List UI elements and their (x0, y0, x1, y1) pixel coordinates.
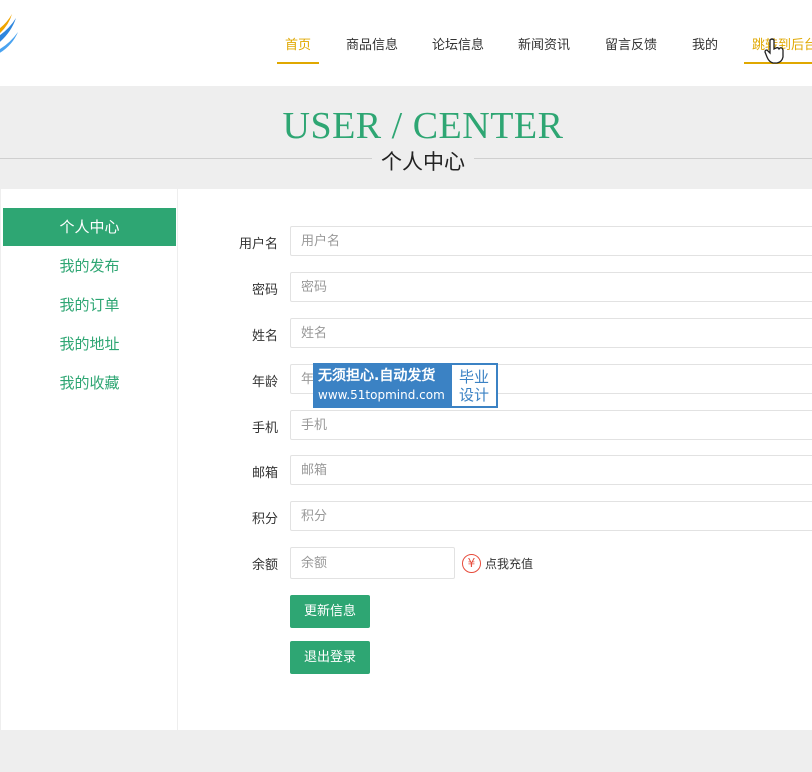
nav-active-underline (277, 62, 319, 64)
sidebar-item-posts[interactable]: 我的发布 (3, 247, 176, 285)
nav-news[interactable]: 新闻资讯 (515, 36, 573, 64)
points-label: 积分 (251, 512, 278, 527)
recharge-label: 点我充值 (485, 556, 534, 571)
balance-field[interactable] (290, 547, 455, 579)
sidebar-item-orders[interactable]: 我的订单 (3, 286, 176, 324)
name-field[interactable] (290, 318, 812, 348)
footer (0, 730, 812, 772)
watermark-right: 毕业 设计 (450, 363, 498, 408)
sidebar: 个人中心 我的发布 我的订单 我的地址 我的收藏 (0, 189, 178, 730)
password-field[interactable] (290, 272, 812, 302)
profile-form: 用户名 密码 姓名 年龄 手机 邮箱 积分 余额 ¥ 点我充值 更新信息 退出登… (176, 189, 812, 730)
balance-label: 余额 (251, 558, 278, 573)
password-label: 密码 (251, 283, 278, 298)
banner-title-en: USER / CENTER (282, 105, 564, 147)
sidebar-item-address[interactable]: 我的地址 (3, 325, 176, 363)
nav-products-label: 商品信息 (345, 38, 398, 53)
watermark-right1: 毕业 (458, 368, 489, 386)
watermark-banner: 无须担心.自动发货 www.51topmind.com 毕业 设计 (313, 363, 498, 408)
watermark-right2: 设计 (458, 386, 489, 404)
yen-icon: ¥ (462, 553, 481, 573)
recharge-link[interactable]: ¥ 点我充值 (462, 552, 533, 574)
sidebar-item-favorites[interactable]: 我的收藏 (3, 364, 176, 402)
header: 首页 商品信息 论坛信息 新闻资讯 留言反馈 我的 跳转到后台 (0, 0, 812, 86)
nav-news-label: 新闻资讯 (517, 38, 570, 53)
main-nav: 首页 商品信息 论坛信息 新闻资讯 留言反馈 我的 跳转到后台 (0, 0, 812, 86)
age-label: 年龄 (251, 375, 278, 390)
hand-cursor-icon (764, 38, 784, 64)
nav-forum-label: 论坛信息 (431, 38, 484, 53)
update-info-button[interactable]: 更新信息 (290, 595, 370, 628)
phone-field[interactable] (290, 410, 812, 440)
banner: USER / CENTER 个人中心 (0, 86, 812, 189)
name-label: 姓名 (251, 329, 278, 344)
nav-mine-label: 我的 (691, 38, 718, 53)
nav-home-label: 首页 (284, 38, 311, 53)
points-field[interactable] (290, 501, 812, 531)
logout-button[interactable]: 退出登录 (290, 641, 370, 674)
nav-feedback-label: 留言反馈 (604, 38, 657, 53)
nav-mine[interactable]: 我的 (688, 36, 722, 64)
nav-feedback[interactable]: 留言反馈 (602, 36, 660, 64)
nav-products[interactable]: 商品信息 (343, 36, 401, 64)
sidebar-item-center[interactable]: 个人中心 (3, 208, 176, 246)
watermark-line2: www.51topmind.com (318, 388, 445, 402)
email-field[interactable] (290, 455, 812, 485)
banner-title-cn: 个人中心 (381, 150, 465, 174)
phone-label: 手机 (251, 421, 278, 436)
username-field[interactable] (290, 226, 812, 256)
nav-home[interactable]: 首页 (277, 36, 319, 64)
nav-forum[interactable]: 论坛信息 (429, 36, 487, 64)
watermark-left: 无须担心.自动发货 www.51topmind.com (313, 363, 450, 408)
main-content: 个人中心 我的发布 我的订单 我的地址 我的收藏 用户名 密码 姓名 年龄 手机… (0, 189, 812, 730)
email-label: 邮箱 (251, 466, 278, 481)
watermark-line1: 无须担心.自动发货 (318, 368, 436, 384)
username-label: 用户名 (238, 237, 278, 252)
